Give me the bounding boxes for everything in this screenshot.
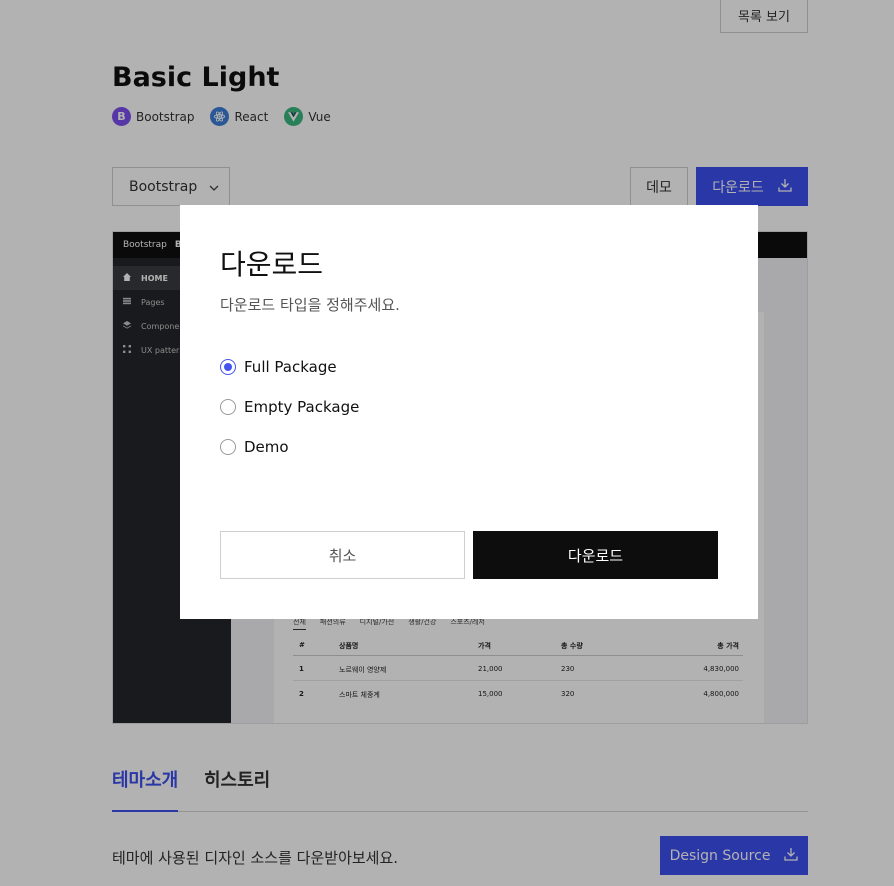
cancel-label: 취소 (328, 546, 357, 565)
modal-title: 다운로드 (220, 248, 324, 281)
option-empty-package[interactable]: Empty Package (220, 398, 359, 416)
cancel-button[interactable]: 취소 (220, 531, 465, 579)
option-label: Empty Package (244, 398, 360, 416)
radio-demo[interactable] (220, 439, 236, 455)
radio-empty-package[interactable] (220, 399, 236, 415)
confirm-download-label: 다운로드 (567, 546, 624, 565)
modal-subtitle: 다운로드 타입을 정해주세요. (220, 296, 400, 314)
option-full-package[interactable]: Full Package (220, 358, 337, 376)
download-modal: 다운로드 다운로드 타입을 정해주세요. Full Package Empty … (180, 205, 758, 619)
confirm-download-button[interactable]: 다운로드 (473, 531, 718, 579)
option-label: Full Package (244, 358, 337, 376)
radio-full-package[interactable] (220, 359, 236, 375)
option-label: Demo (244, 438, 289, 456)
option-demo[interactable]: Demo (220, 438, 289, 456)
